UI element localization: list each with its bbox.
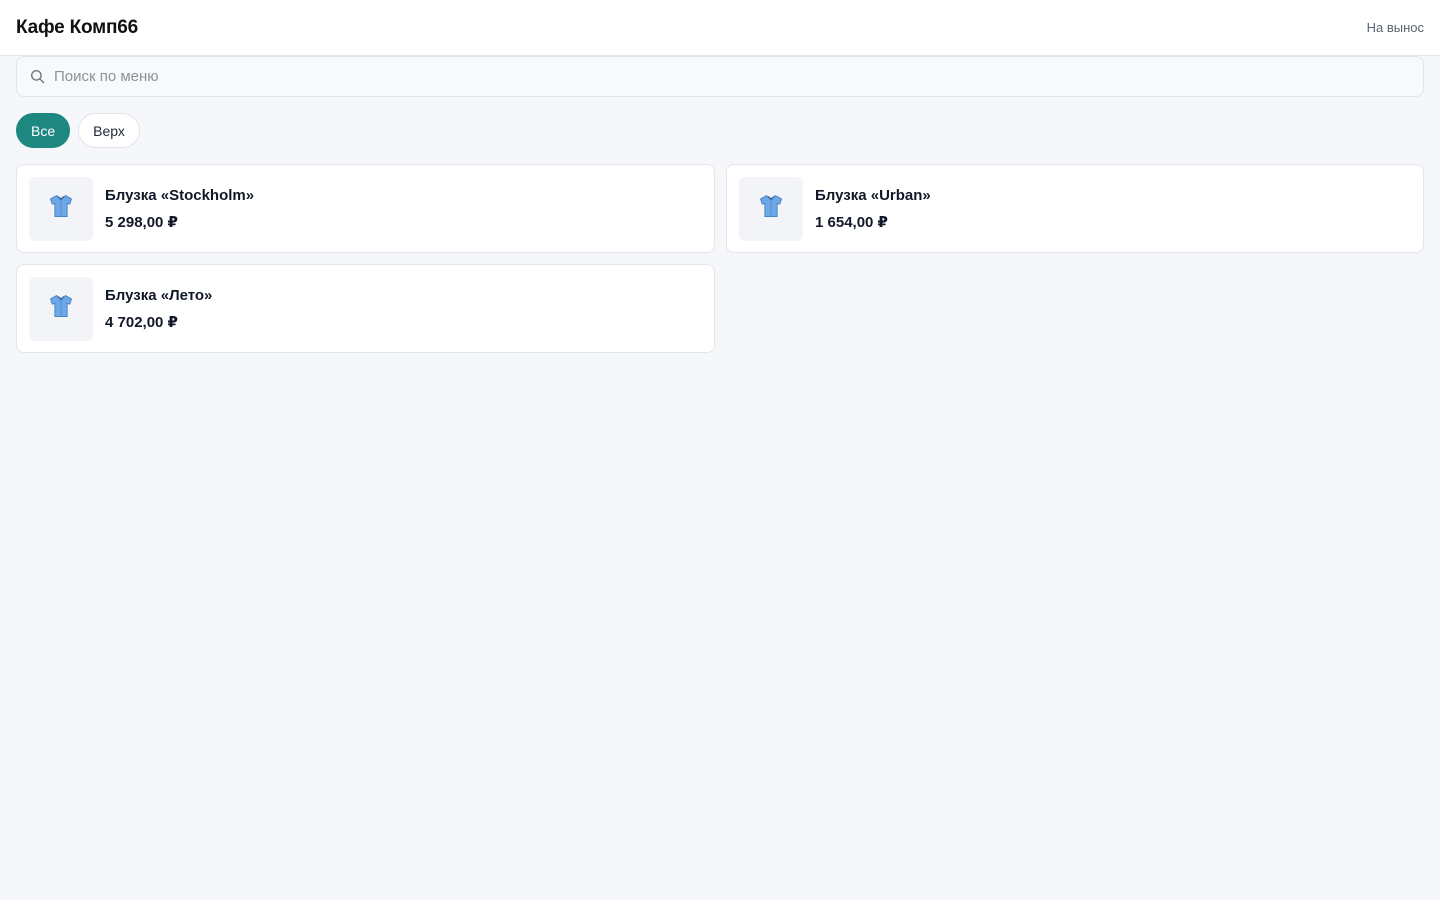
- search-icon: [29, 69, 45, 85]
- category-chip-top[interactable]: Верх: [78, 113, 140, 148]
- product-name: Блузка «Urban»: [815, 186, 931, 204]
- product-thumbnail: [29, 276, 93, 341]
- product-thumbnail: [29, 176, 93, 241]
- product-grid: Блузка «Stockholm» 5 298,00 ₽ Блузка «Ur…: [0, 164, 1440, 353]
- order-mode-link[interactable]: На вынос: [1367, 20, 1424, 35]
- product-info: Блузка «Лето» 4 702,00 ₽: [105, 287, 212, 331]
- product-card[interactable]: Блузка «Stockholm» 5 298,00 ₽: [16, 164, 715, 253]
- product-card[interactable]: Блузка «Лето» 4 702,00 ₽: [16, 264, 715, 353]
- category-chip-all[interactable]: Все: [16, 113, 71, 148]
- shirt-icon: [757, 192, 785, 225]
- product-price: 4 702,00 ₽: [105, 313, 178, 331]
- product-info: Блузка «Urban» 1 654,00 ₽: [815, 187, 931, 231]
- product-name: Блузка «Stockholm»: [105, 186, 255, 204]
- product-card[interactable]: Блузка «Urban» 1 654,00 ₽: [726, 164, 1424, 253]
- brand-title: Кафе Комп66: [16, 16, 139, 38]
- search-bar[interactable]: [16, 56, 1424, 97]
- top-bar: Кафе Комп66 На вынос: [0, 0, 1440, 56]
- product-price: 5 298,00 ₽: [105, 213, 178, 231]
- product-thumbnail: [739, 176, 803, 241]
- shirt-icon: [47, 192, 75, 225]
- shirt-icon: [47, 292, 75, 325]
- search-input[interactable]: [54, 68, 1411, 85]
- product-price: 1 654,00 ₽: [815, 213, 888, 231]
- product-name: Блузка «Лето»: [105, 286, 213, 304]
- category-filter: Все Верх: [0, 113, 1440, 148]
- product-info: Блузка «Stockholm» 5 298,00 ₽: [105, 187, 254, 231]
